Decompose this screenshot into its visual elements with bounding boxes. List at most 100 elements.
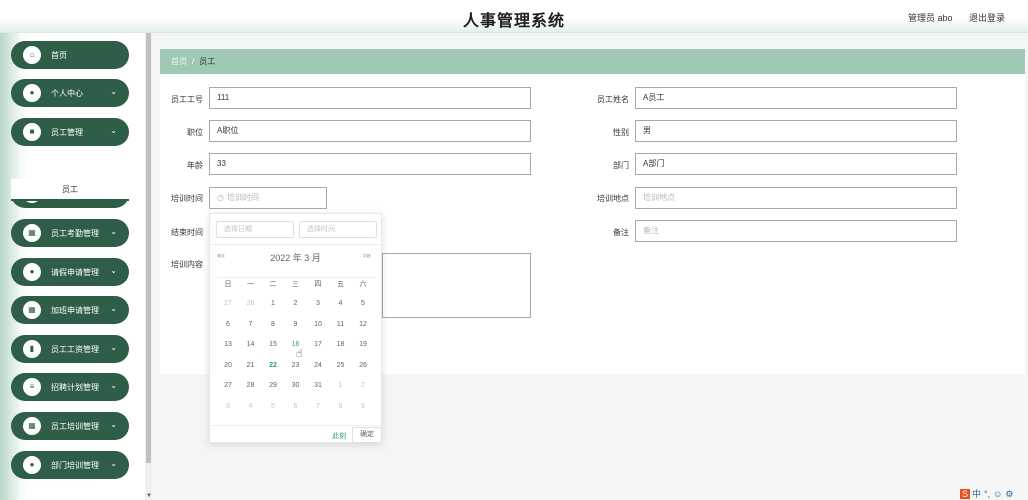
calendar-day[interactable]: 7 [307, 403, 329, 410]
calendar-day[interactable]: 4 [240, 403, 262, 410]
sidebar-item[interactable]: ≡ 招聘计划管理 ⌄ [11, 373, 129, 401]
calendar-day[interactable]: 1 [330, 382, 352, 389]
picker-year-month[interactable]: 2022 年 3 月 [210, 251, 381, 264]
calendar-day[interactable]: 11 [330, 321, 352, 328]
calendar-day[interactable]: 10 [307, 321, 329, 328]
calendar-day[interactable]: 8 [262, 321, 284, 328]
confirm-button[interactable]: 确定 [352, 427, 382, 443]
scrollbar-thumb[interactable] [146, 33, 151, 463]
calendar-day[interactable]: 2 [285, 300, 307, 307]
sidebar-subitem-employee[interactable]: 员工 [11, 179, 129, 201]
calendar-day[interactable]: 21 [240, 362, 262, 369]
thumb-icon: ■ [23, 123, 41, 141]
ime-language[interactable]: 中 [972, 489, 981, 499]
sidebar-item[interactable]: ⌂ 首页 [11, 41, 129, 69]
ime-settings-icon[interactable]: ⚙ [1005, 489, 1013, 499]
age-input[interactable]: 33 [209, 153, 531, 175]
calendar-day[interactable]: 27 [217, 300, 239, 307]
now-button[interactable]: 此刻 [332, 431, 346, 441]
scroll-down-icon[interactable]: ▼ [146, 493, 152, 499]
chevron-down-icon: ⌄ [110, 381, 117, 390]
breadcrumb-home[interactable]: 首页 [171, 57, 187, 66]
calendar-day[interactable]: 23 [285, 362, 307, 369]
sidebar-scrollbar[interactable]: ▼ [145, 33, 152, 500]
calendar-day[interactable]: 6 [217, 321, 239, 328]
calendar-day[interactable]: 9 [285, 321, 307, 328]
grid-icon: ▦ [23, 417, 41, 435]
calendar-day[interactable]: 3 [217, 403, 239, 410]
calendar-day[interactable]: 30 [285, 382, 307, 389]
training-content-label: 培训内容 [171, 260, 203, 269]
ime-punct-icon[interactable]: °, [984, 489, 990, 499]
sidebar-item-label: 员工考勤管理 [51, 229, 99, 238]
picker-time-input[interactable]: 选择时间 [299, 221, 377, 238]
weekday-header: 日 [224, 281, 232, 288]
training-place-input[interactable]: 培训地点 [635, 187, 957, 209]
sidebar-item[interactable]: ● 请假申请管理 ⌄ [11, 258, 129, 286]
calendar-day[interactable]: 25 [330, 362, 352, 369]
next-year-month-icon[interactable]: ›» [363, 250, 371, 260]
calendar-day[interactable]: 22 [262, 362, 284, 369]
user-icon: ● [23, 84, 41, 102]
employee-no-input[interactable]: 111 [209, 87, 531, 109]
calendar-day[interactable]: 5 [352, 300, 374, 307]
sidebar-item[interactable]: ● 部门培训管理 ⌄ [11, 451, 129, 479]
calendar-day[interactable]: 18 [330, 341, 352, 348]
home-icon: ⌂ [23, 46, 41, 64]
chevron-down-icon: ⌄ [110, 126, 117, 135]
weekday-header: 五 [337, 281, 344, 288]
remark-input[interactable]: 备注 [635, 220, 957, 242]
calendar-day[interactable]: 6 [285, 403, 307, 410]
department-input[interactable]: A部门 [635, 153, 957, 175]
calendar-day[interactable]: 8 [330, 403, 352, 410]
sidebar-item[interactable]: ● 个人中心 ⌄ [11, 79, 129, 107]
calendar-day[interactable]: 27 [217, 382, 239, 389]
sidebar-item-label: 请假申请管理 [51, 268, 99, 277]
date-picker-popup: 选择日期 选择时间 «‹ 2022 年 3 月 ›» 日一二三四五六 27 28 1 2… [209, 213, 382, 443]
calendar-day[interactable]: 15 [262, 341, 284, 348]
training-time-input[interactable]: ◷ 培训时间 [209, 187, 327, 209]
employee-name-input[interactable]: A员工 [635, 87, 957, 109]
picker-date-input[interactable]: 选择日期 [216, 221, 294, 238]
calendar-day[interactable]: 5 [262, 403, 284, 410]
calendar-day[interactable]: 14 [240, 341, 262, 348]
ime-emoji-icon[interactable]: ☺ [993, 489, 1002, 499]
gender-input[interactable]: 男 [635, 120, 957, 142]
sidebar-item[interactable]: ▦ 员工考勤管理 ⌄ [11, 219, 129, 247]
breadcrumb-current: 员工 [199, 57, 216, 66]
list-icon: ≡ [23, 378, 41, 396]
calendar-day[interactable]: 29 [262, 382, 284, 389]
chevron-down-icon: ⌄ [110, 266, 117, 275]
logout-link[interactable]: 退出登录 [969, 13, 1005, 23]
top-header: 人事管理系统 管理员 abo 退出登录 [0, 0, 1028, 33]
sidebar-item-label: 部门培训管理 [51, 461, 99, 470]
sidebar-item-label: 首页 [51, 51, 67, 60]
ime-toolbar[interactable]: S 中 °, ☺ ⚙ [960, 487, 1016, 500]
calendar-day[interactable]: 26 [352, 362, 374, 369]
app-title: 人事管理系统 [462, 13, 565, 30]
sidebar-item[interactable]: ▮ 员工工资管理 ⌄ [11, 335, 129, 363]
sidebar: ⌂首页●个人中心⌄■员工管理⌄➤部门管理⌄▦员工考勤管理⌄●请假申请管理⌄▦加班… [0, 33, 152, 500]
calendar-day[interactable]: 7 [240, 321, 262, 328]
calendar-day[interactable]: 13 [217, 341, 239, 348]
calendar-day[interactable]: 9 [352, 403, 374, 410]
calendar-day[interactable]: 2 [352, 382, 374, 389]
calendar-day[interactable]: 20 [217, 362, 239, 369]
calendar-day[interactable]: 4 [330, 300, 352, 307]
employee-no-label: 员工工号 [171, 95, 203, 104]
calendar-day[interactable]: 31 [307, 382, 329, 389]
sidebar-item[interactable]: ▦ 员工培训管理 ⌄ [11, 412, 129, 440]
training-content-textarea[interactable] [382, 253, 531, 318]
position-input[interactable]: A职位 [209, 120, 531, 142]
calendar-day[interactable]: 24 [307, 362, 329, 369]
calendar-day[interactable]: 1 [262, 300, 284, 307]
sidebar-item[interactable]: ▦ 加班申请管理 ⌄ [11, 296, 129, 324]
calendar-day[interactable]: 19 [352, 341, 374, 348]
sidebar-item[interactable]: ■ 员工管理 ⌄ [11, 118, 129, 146]
calendar-day[interactable]: 28 [240, 300, 262, 307]
calendar-day[interactable]: 28 [240, 382, 262, 389]
calendar-day[interactable]: 12 [352, 321, 374, 328]
end-time-label: 结束时间 [171, 228, 203, 237]
calendar-day[interactable]: 3 [307, 300, 329, 307]
calendar-day[interactable]: 17 [307, 341, 329, 348]
